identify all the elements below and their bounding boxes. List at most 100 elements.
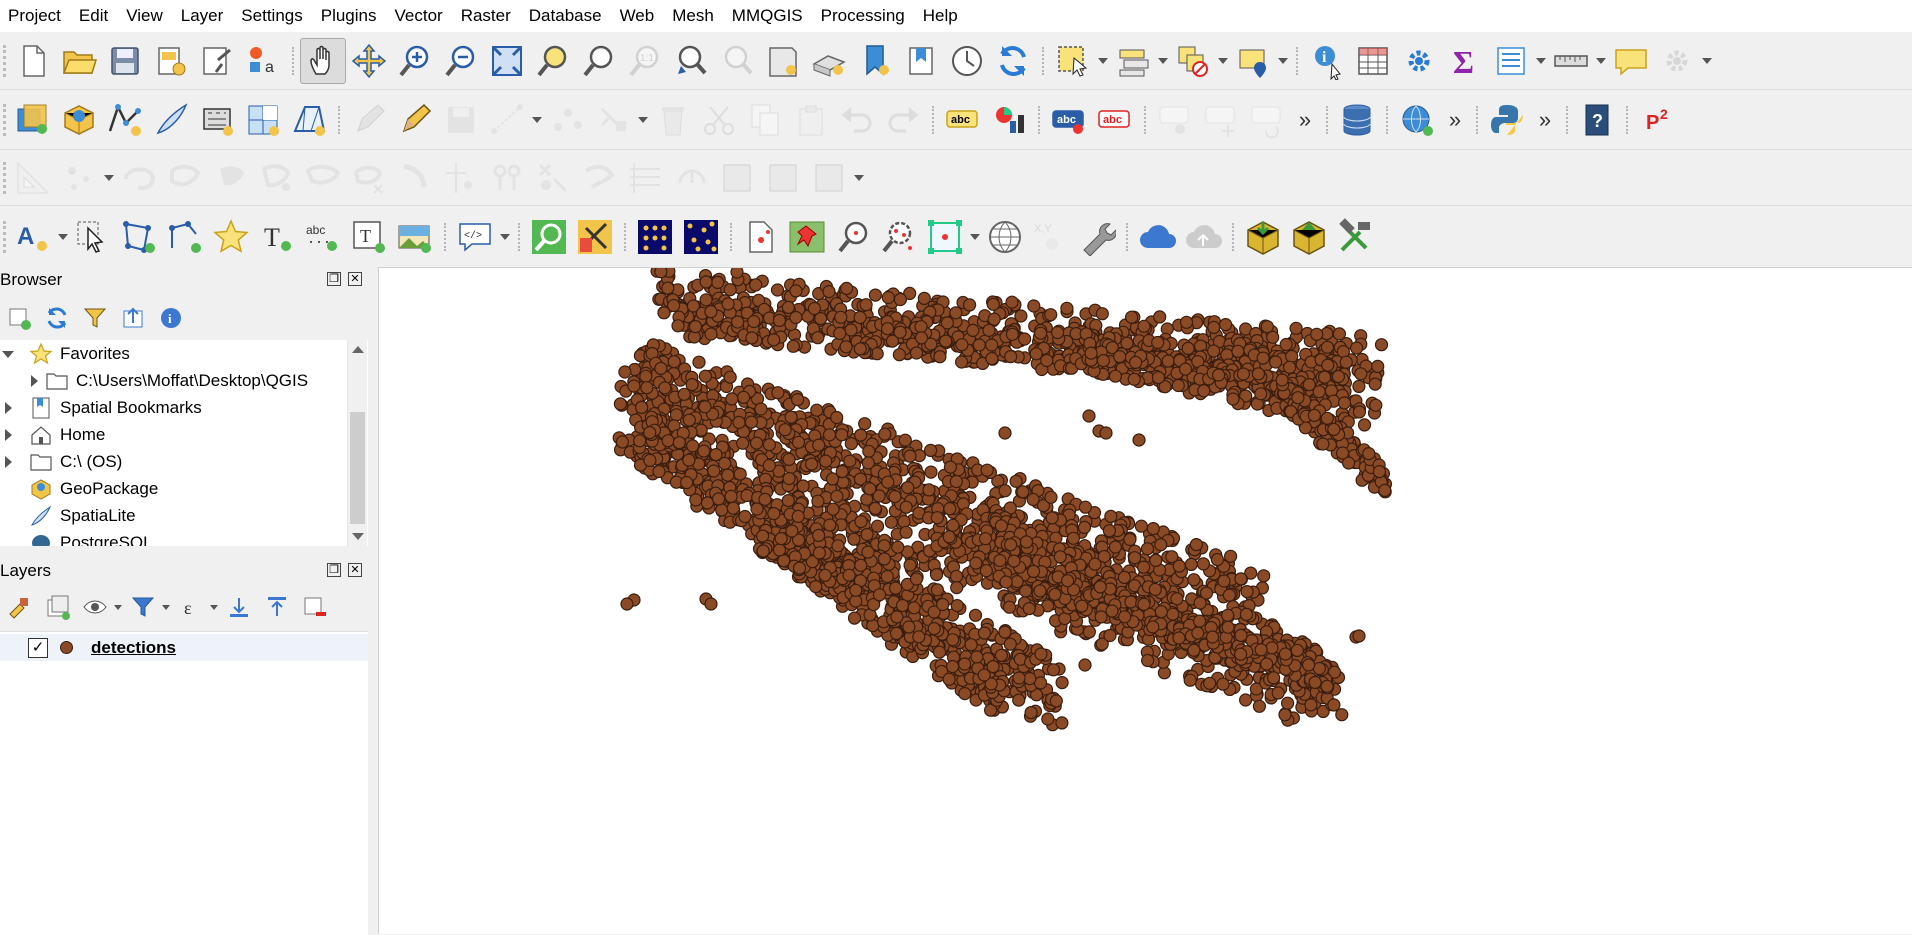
- split-parts-button[interactable]: [300, 155, 346, 201]
- trim-extend-button[interactable]: [760, 155, 806, 201]
- collapse-all-button[interactable]: [258, 589, 296, 625]
- rotate-point-button[interactable]: [438, 155, 484, 201]
- layer-visibility-checkbox[interactable]: ✓: [28, 637, 48, 658]
- browser-scrollbar[interactable]: [347, 340, 367, 546]
- add-ring-button[interactable]: [56, 155, 102, 201]
- merge-attributes-button[interactable]: [392, 155, 438, 201]
- move-label-button[interactable]: [1198, 97, 1244, 143]
- merge-features-button[interactable]: [346, 155, 392, 201]
- paste-button[interactable]: [788, 97, 834, 143]
- toolbar-overflow-icon[interactable]: »: [1530, 97, 1560, 143]
- attribute-table-button[interactable]: [1350, 38, 1396, 84]
- filter-expression-dropdown-arrow[interactable]: [210, 589, 220, 625]
- layer-labeling-dropdown-arrow[interactable]: [56, 214, 70, 260]
- vertex-lines-button[interactable]: [714, 155, 760, 201]
- menu-raster[interactable]: Raster: [452, 0, 520, 32]
- close-icon[interactable]: ✕: [348, 563, 362, 577]
- new-project-button[interactable]: [10, 38, 56, 84]
- manage-visibility-button[interactable]: [76, 589, 114, 625]
- offset-curve-button[interactable]: [208, 155, 254, 201]
- show-settings-button[interactable]: [1654, 38, 1700, 84]
- open-field-calculator-button[interactable]: [1488, 38, 1534, 84]
- expand-all-button[interactable]: [220, 589, 258, 625]
- undock-icon[interactable]: ❐: [327, 272, 341, 286]
- new-virtual-layer-button[interactable]: [194, 97, 240, 143]
- menu-web[interactable]: Web: [611, 0, 664, 32]
- clip-extent-dropdown-arrow[interactable]: [968, 214, 982, 260]
- zoom-magnifier-button[interactable]: [526, 214, 572, 260]
- remove-layer-button[interactable]: [296, 589, 334, 625]
- new-bookmark-button[interactable]: [852, 38, 898, 84]
- toolbar-grip[interactable]: [0, 217, 10, 257]
- reshape-features-button[interactable]: [668, 155, 714, 201]
- menu-edit[interactable]: Edit: [70, 0, 117, 32]
- advanced-digitizing-button[interactable]: [10, 155, 56, 201]
- browser-item-favorites[interactable]: Favorites: [0, 340, 130, 367]
- toggle-editing-button[interactable]: [346, 97, 392, 143]
- data-source-manager-button[interactable]: [10, 97, 56, 143]
- html-annotation-button[interactable]: </>: [452, 214, 498, 260]
- reshape-button[interactable]: [162, 155, 208, 201]
- zoom-native-button[interactable]: 1:1: [622, 38, 668, 84]
- pan-map-button[interactable]: [300, 37, 346, 84]
- save-edits-button[interactable]: [438, 97, 484, 143]
- merge-selected-dropdown-arrow[interactable]: [852, 155, 866, 201]
- p2-button[interactable]: P2: [1634, 97, 1680, 143]
- collapse-arrow-icon[interactable]: [0, 426, 18, 444]
- zoom-multi-button[interactable]: [876, 214, 922, 260]
- new-geopackage-button[interactable]: [56, 97, 102, 143]
- layer-labeling-button[interactable]: A: [10, 214, 56, 260]
- clip-extent-button[interactable]: [922, 214, 968, 260]
- scroll-up-icon[interactable]: [352, 346, 364, 353]
- menu-vector[interactable]: Vector: [386, 0, 452, 32]
- map-canvas[interactable]: [378, 267, 1912, 934]
- collapse-arrow-icon[interactable]: [26, 372, 44, 390]
- style-manager-button[interactable]: a: [240, 38, 286, 84]
- toolbar-overflow-icon[interactable]: »: [1440, 97, 1470, 143]
- redo-button[interactable]: [880, 97, 926, 143]
- fill-ring-button[interactable]: [116, 155, 162, 201]
- new-map-view-button[interactable]: [760, 38, 806, 84]
- db-manager-button[interactable]: [1334, 97, 1380, 143]
- delete-part-button[interactable]: [622, 155, 668, 201]
- menu-help[interactable]: Help: [914, 0, 967, 32]
- simplify-button[interactable]: [484, 155, 530, 201]
- deselect-dropdown-arrow[interactable]: [1216, 38, 1230, 84]
- new-mesh-button[interactable]: [286, 97, 332, 143]
- browser-item-c-users-moffat-desktop-qgis[interactable]: C:\Users\Moffat\Desktop\QGIS: [26, 367, 308, 394]
- menu-mesh[interactable]: Mesh: [663, 0, 723, 32]
- menu-view[interactable]: View: [117, 0, 172, 32]
- open-layer-styling-button[interactable]: [0, 589, 38, 625]
- scroll-down-icon[interactable]: [352, 533, 364, 540]
- deselect-button[interactable]: [1170, 38, 1216, 84]
- label-pin-button[interactable]: abc: [1092, 97, 1138, 143]
- toolbar-grip[interactable]: [0, 100, 10, 140]
- filter-legend-dropdown-arrow[interactable]: [162, 589, 172, 625]
- expand-arrow-icon[interactable]: [0, 345, 18, 363]
- new-spatialite-button[interactable]: [148, 97, 194, 143]
- select-features-dropdown-arrow[interactable]: [1096, 38, 1110, 84]
- browser-item-home[interactable]: Home: [0, 421, 105, 448]
- measure-line-dropdown-arrow[interactable]: [1594, 38, 1608, 84]
- browser-item-geopackage[interactable]: GeoPackage: [0, 475, 158, 502]
- print-layout-button[interactable]: [148, 38, 194, 84]
- pin-on-map-button[interactable]: [784, 214, 830, 260]
- add-part-button[interactable]: [530, 155, 576, 201]
- qfield-package-button[interactable]: [1240, 214, 1286, 260]
- select-by-click-button[interactable]: [70, 214, 116, 260]
- toolbar-overflow-icon[interactable]: »: [1290, 97, 1320, 143]
- select-location-button[interactable]: [1230, 38, 1276, 84]
- vertex-tool-button[interactable]: [544, 97, 590, 143]
- add-star-button[interactable]: [208, 214, 254, 260]
- new-3d-map-button[interactable]: [806, 38, 852, 84]
- menu-mmqgis[interactable]: MMQGIS: [723, 0, 812, 32]
- text-annotation-button[interactable]: T: [254, 214, 300, 260]
- menu-layer[interactable]: Layer: [172, 0, 233, 32]
- zoom-next-button[interactable]: [714, 38, 760, 84]
- zoom-out-button[interactable]: [438, 38, 484, 84]
- save-project-button[interactable]: [102, 38, 148, 84]
- new-print-button[interactable]: [738, 214, 784, 260]
- menu-settings[interactable]: Settings: [232, 0, 311, 32]
- add-ring-dropdown-arrow[interactable]: [102, 155, 116, 201]
- filter-legend-button[interactable]: [124, 589, 162, 625]
